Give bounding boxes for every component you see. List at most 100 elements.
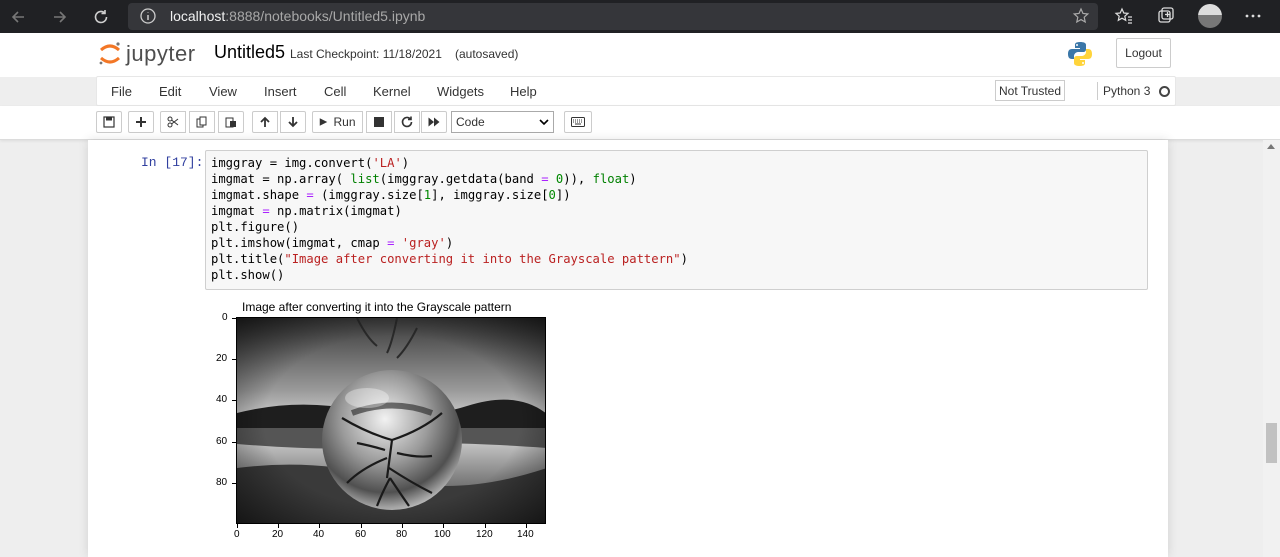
code-builtin: float (592, 172, 630, 186)
y-tick-mark (232, 483, 236, 484)
forward-arrow-icon[interactable] (49, 6, 71, 28)
autosave-status: (autosaved) (455, 47, 519, 61)
code-string: 'gray' (401, 236, 446, 250)
arrow-down-icon (288, 117, 298, 128)
x-tick-label: 60 (355, 529, 367, 540)
address-bar[interactable]: localhost:8888/notebooks/Untitled5.ipynb (128, 3, 1098, 30)
x-tick-label: 40 (313, 529, 325, 540)
code-number: 1 (423, 188, 432, 202)
y-tick-mark (232, 442, 236, 443)
back-arrow-icon[interactable] (7, 6, 29, 28)
profile-avatar[interactable] (1198, 4, 1222, 28)
restart-run-all-button[interactable] (421, 111, 447, 133)
x-tick-label: 20 (272, 529, 284, 540)
x-tick-mark (443, 524, 444, 528)
x-tick-label: 140 (517, 529, 534, 540)
input-prompt: In [17]: (141, 155, 204, 170)
y-tick-label: 20 (216, 353, 228, 364)
keyboard-icon (571, 117, 585, 127)
code-cell-input[interactable]: imggray = img.convert('LA') imgmat = np.… (205, 150, 1148, 290)
scissors-icon (167, 116, 179, 128)
x-tick-mark (319, 524, 320, 528)
scroll-up-arrow-icon[interactable] (1267, 144, 1275, 149)
page-scrollbar[interactable] (1263, 140, 1280, 557)
menu-help[interactable]: Help (510, 84, 537, 99)
info-icon[interactable] (140, 8, 156, 24)
x-tick-label: 100 (434, 529, 451, 540)
jupyter-logo-icon (99, 42, 120, 65)
move-up-button[interactable] (252, 111, 278, 133)
code-line: imgmat = np.array( list(imggray.getdata(… (211, 172, 637, 186)
restart-button[interactable] (394, 111, 420, 133)
copy-button[interactable] (189, 111, 215, 133)
notebook-toolbar: Run (0, 106, 1280, 140)
code-string: 'LA' (372, 156, 402, 170)
fast-forward-icon (428, 117, 440, 127)
play-icon (320, 118, 328, 126)
run-button[interactable]: Run (312, 111, 363, 133)
menubar: File Edit View Insert Cell Kernel Widget… (96, 76, 1176, 106)
y-tick-mark (232, 400, 236, 401)
code-line: plt.title("Image after converting it int… (211, 252, 688, 266)
menu-insert[interactable]: Insert (264, 84, 297, 99)
paste-button[interactable] (218, 111, 244, 133)
code-line: plt.show() (211, 268, 285, 282)
x-tick-mark (402, 524, 403, 528)
menu-widgets[interactable]: Widgets (437, 84, 484, 99)
collections-icon[interactable] (1156, 6, 1176, 26)
code-line: imgmat.shape = (imggray.size[1], imggray… (211, 188, 571, 202)
grayscale-tree-image (237, 318, 545, 523)
code-line: imggray = img.convert('LA') (211, 156, 410, 170)
notebook-name[interactable]: Untitled5 (214, 42, 285, 63)
x-tick-mark (526, 524, 527, 528)
x-tick-mark (237, 524, 238, 528)
save-button[interactable] (96, 111, 122, 133)
code-number: 0 (555, 172, 564, 186)
code-line: plt.figure() (211, 220, 300, 234)
add-favorite-icon[interactable] (1072, 7, 1090, 25)
jupyter-header: jupyter Untitled5 Last Checkpoint: 11/18… (0, 33, 1280, 77)
menu-file[interactable]: File (111, 84, 132, 99)
favorites-icon[interactable] (1114, 6, 1134, 26)
jupyter-logo-text: jupyter (126, 41, 196, 66)
x-tick-label: 0 (234, 529, 240, 540)
move-down-button[interactable] (280, 111, 306, 133)
url-text: localhost:8888/notebooks/Untitled5.ipynb (170, 8, 426, 24)
code-number: 0 (548, 188, 556, 202)
kernel-idle-indicator-icon (1159, 86, 1170, 97)
logout-button[interactable]: Logout (1116, 38, 1171, 68)
not-trusted-badge[interactable]: Not Trusted (995, 80, 1065, 101)
cell-type-select[interactable]: Code (451, 111, 554, 133)
plus-icon (136, 117, 146, 127)
cut-button[interactable] (160, 111, 186, 133)
insert-cell-button[interactable] (128, 111, 154, 133)
browser-toolbar: localhost:8888/notebooks/Untitled5.ipynb (0, 0, 1280, 33)
more-menu-icon[interactable] (1243, 6, 1263, 26)
reload-icon[interactable] (90, 6, 112, 28)
checkpoint-status: Last Checkpoint: 11/18/2021 (290, 47, 442, 61)
code-operator: = (262, 204, 270, 218)
y-tick-label: 0 (222, 312, 228, 323)
scroll-thumb[interactable] (1266, 423, 1277, 463)
y-tick-label: 40 (216, 394, 228, 405)
menu-cell[interactable]: Cell (324, 84, 346, 99)
y-tick-mark (232, 359, 236, 360)
code-string: "Image after converting it into the Gray… (284, 252, 681, 266)
menu-kernel[interactable]: Kernel (373, 84, 411, 99)
jupyter-logo[interactable]: jupyter (98, 38, 208, 68)
paste-icon (225, 117, 236, 128)
menu-view[interactable]: View (209, 84, 237, 99)
cell-type-value: Code (456, 115, 485, 129)
interrupt-button[interactable] (366, 111, 392, 133)
copy-icon (196, 116, 207, 128)
command-palette-button[interactable] (564, 111, 592, 133)
grayscale-image-plot (236, 317, 546, 524)
chevron-down-icon (539, 119, 549, 126)
x-tick-label: 120 (476, 529, 493, 540)
kernel-name[interactable]: Python 3 (1103, 84, 1150, 98)
menu-edit[interactable]: Edit (159, 84, 181, 99)
y-tick-label: 60 (216, 436, 228, 447)
arrow-up-icon (260, 116, 270, 127)
save-icon (103, 116, 115, 128)
code-builtin: list (350, 172, 380, 186)
